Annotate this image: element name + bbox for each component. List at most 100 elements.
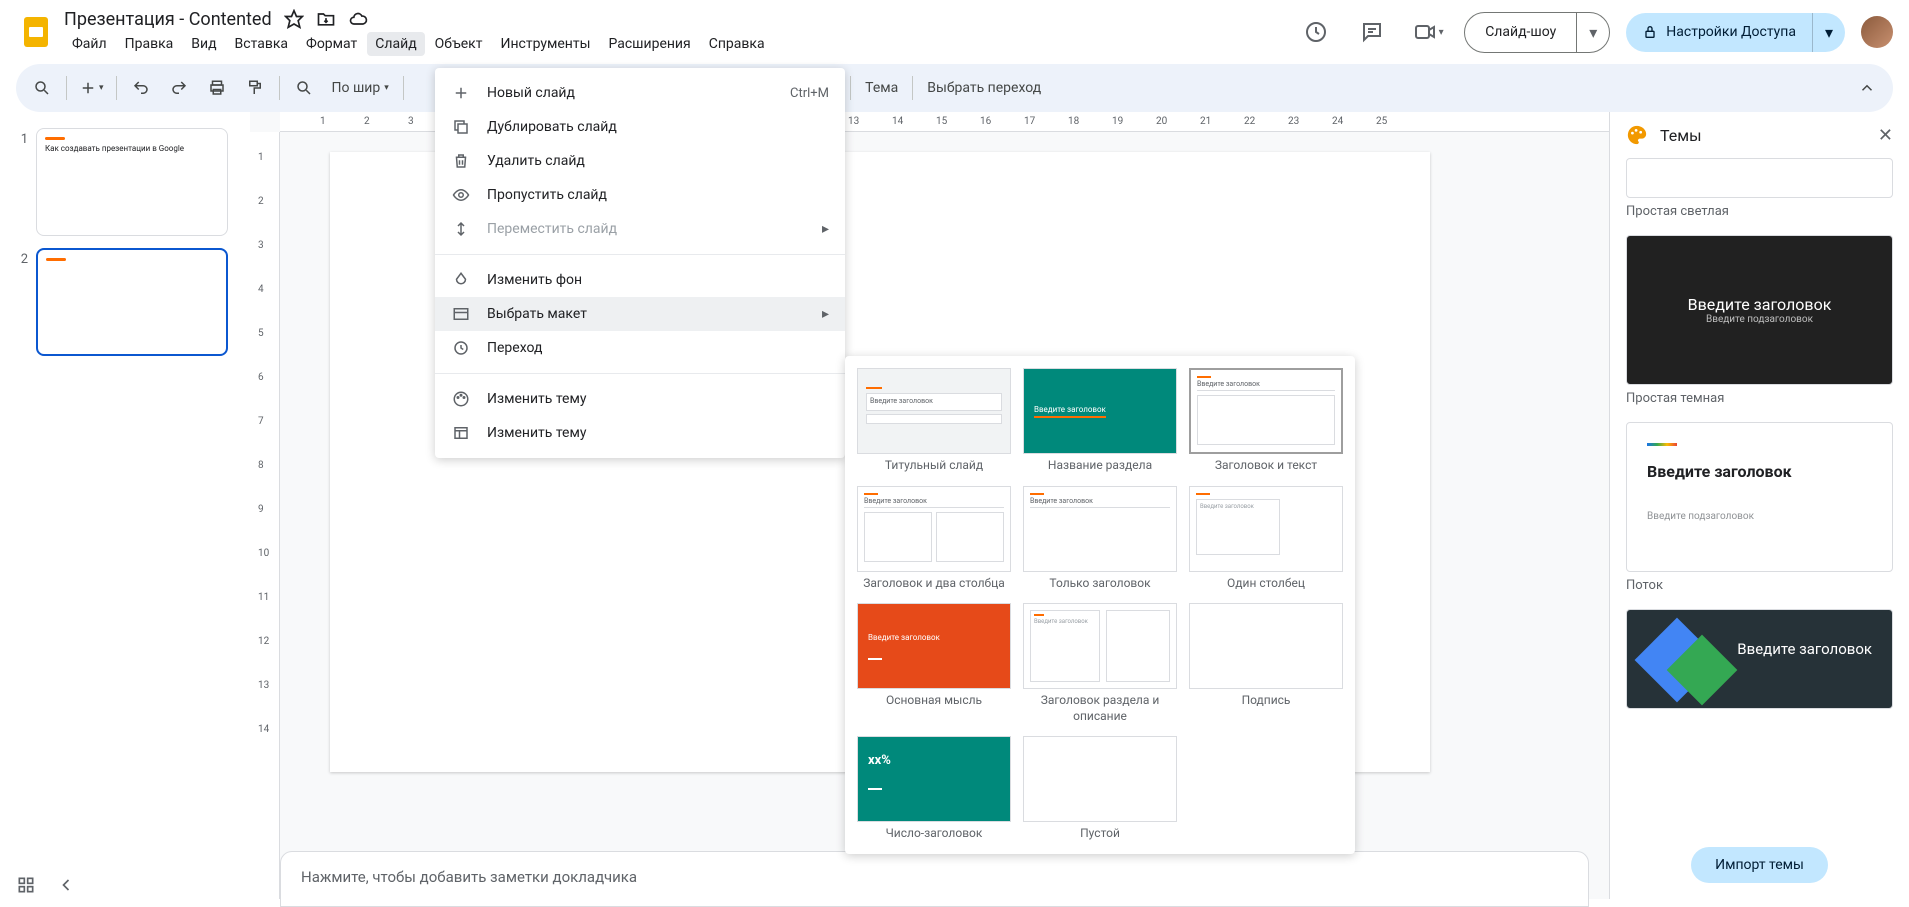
- speaker-notes[interactable]: Нажмите, чтобы добавить заметки докладчи…: [280, 851, 1589, 907]
- chevron-right-icon: ▸: [822, 221, 829, 237]
- layout-label: Заголовок раздела и описание: [1023, 693, 1177, 724]
- new-slide-tool[interactable]: ▾: [73, 70, 110, 106]
- menu-item[interactable]: Изменить тему: [435, 382, 845, 416]
- layout-label: Только заголовок: [1049, 576, 1150, 592]
- toolbar: ▾ По шир▾ Макет Тема Выбрать переход: [16, 64, 1893, 112]
- collapse-panel-icon[interactable]: [56, 875, 76, 895]
- title-area: Презентация - Contented ФайлПравкаВидВст…: [64, 9, 1296, 56]
- menu-item[interactable]: Изменить фон: [435, 263, 845, 297]
- share-button: Настройки Доступа ▾: [1626, 13, 1845, 52]
- document-title[interactable]: Презентация - Contented: [64, 9, 272, 30]
- slides-logo[interactable]: [16, 12, 56, 52]
- menu-item-label: Дублировать слайд: [487, 119, 829, 135]
- layout-option[interactable]: Введите заголовок Заголовок раздела и оп…: [1023, 603, 1177, 724]
- share-main[interactable]: Настройки Доступа: [1626, 14, 1812, 50]
- avatar[interactable]: [1861, 16, 1893, 48]
- close-icon[interactable]: ✕: [1878, 125, 1893, 146]
- theme-preview[interactable]: Введите заголовок: [1626, 609, 1893, 709]
- menubar-item[interactable]: Файл: [64, 32, 115, 56]
- slide-thumbnail[interactable]: Как создавать презентации в Google: [36, 128, 228, 236]
- menubar-item[interactable]: Объект: [427, 32, 491, 56]
- menu-item[interactable]: Изменить тему: [435, 416, 845, 450]
- layout-label: Основная мысль: [886, 693, 982, 709]
- menu-item-label: Удалить слайд: [487, 153, 829, 169]
- layout-preview: Введите заголовок: [1023, 603, 1177, 689]
- plus-icon: [451, 84, 471, 102]
- star-icon[interactable]: [284, 9, 304, 29]
- share-label: Настройки Доступа: [1666, 24, 1796, 40]
- menubar-item[interactable]: Слайд: [367, 32, 424, 56]
- share-dropdown[interactable]: ▾: [1812, 13, 1845, 52]
- slideshow-main[interactable]: Слайд-шоу: [1465, 14, 1576, 50]
- undo-tool[interactable]: [123, 70, 159, 106]
- template-icon: [451, 424, 471, 442]
- layout-option[interactable]: Введите заголовок Титульный слайд: [857, 368, 1011, 474]
- layout-preview: Введите заголовок: [857, 486, 1011, 572]
- menubar: ФайлПравкаВидВставкаФорматСлайдОбъектИнс…: [64, 32, 1296, 56]
- paint-format-tool[interactable]: [237, 70, 273, 106]
- layout-preview: Введите заголовок: [1023, 368, 1177, 454]
- layout-preview: Введите заголовок: [1189, 486, 1343, 572]
- comments-icon[interactable]: [1352, 12, 1392, 52]
- menu-item[interactable]: Новый слайд Ctrl+M: [435, 76, 845, 110]
- search-tool[interactable]: [24, 70, 60, 106]
- menubar-item[interactable]: Правка: [117, 32, 182, 56]
- theme-dropdown[interactable]: Тема: [857, 70, 906, 106]
- menu-item-label: Пропустить слайд: [487, 187, 829, 203]
- drop-icon: [451, 271, 471, 289]
- layout-option[interactable]: Введите заголовок Заголовок и два столбц…: [857, 486, 1011, 592]
- menubar-item[interactable]: Вид: [183, 32, 224, 56]
- menu-item[interactable]: Удалить слайд: [435, 144, 845, 178]
- zoom-tool[interactable]: [286, 70, 322, 106]
- slideshow-button: Слайд-шоу ▾: [1464, 12, 1610, 53]
- print-tool[interactable]: [199, 70, 235, 106]
- layout-option[interactable]: Подпись: [1189, 603, 1343, 724]
- transition-dropdown[interactable]: Выбрать переход: [919, 70, 1049, 106]
- header-right: ▾ Слайд-шоу ▾ Настройки Доступа ▾: [1296, 12, 1893, 53]
- collapse-toolbar[interactable]: [1849, 70, 1885, 106]
- lock-icon: [1642, 24, 1658, 40]
- slideshow-dropdown[interactable]: ▾: [1576, 13, 1609, 52]
- menu-item-label: Переход: [487, 340, 829, 356]
- move-folder-icon[interactable]: [316, 9, 336, 29]
- theme-preview[interactable]: Введите заголовокВведите подзаголовок: [1626, 422, 1893, 572]
- layout-option[interactable]: Введите заголовок Один столбец: [1189, 486, 1343, 592]
- menu-item[interactable]: Переход: [435, 331, 845, 365]
- menu-item[interactable]: Дублировать слайд: [435, 110, 845, 144]
- themes-list: Простая светлаяВведите заголовокВведите …: [1610, 158, 1909, 835]
- layout-option[interactable]: Пустой: [1023, 736, 1177, 842]
- layout-option[interactable]: Введите заголовок Основная мысль: [857, 603, 1011, 724]
- meet-icon[interactable]: ▾: [1408, 12, 1448, 52]
- theme-preview[interactable]: Введите заголовокВведите подзаголовок: [1626, 235, 1893, 385]
- layout-label: Заголовок и два столбца: [863, 576, 1004, 592]
- theme-name: Простая светлая: [1626, 204, 1893, 219]
- layout-preview: Введите заголовок: [1189, 368, 1343, 454]
- slide-number: 2: [8, 248, 28, 356]
- layout-option[interactable]: xx% Число-заголовок: [857, 736, 1011, 842]
- header: Презентация - Contented ФайлПравкаВидВст…: [0, 0, 1909, 64]
- layout-icon: [451, 305, 471, 323]
- layout-option[interactable]: Введите заголовок Заголовок и текст: [1189, 368, 1343, 474]
- history-icon[interactable]: [1296, 12, 1336, 52]
- slide-thumbnail[interactable]: [36, 248, 228, 356]
- menubar-item[interactable]: Справка: [701, 32, 773, 56]
- layout-option[interactable]: Введите заголовок Только заголовок: [1023, 486, 1177, 592]
- menu-item[interactable]: Пропустить слайд: [435, 178, 845, 212]
- menubar-item[interactable]: Формат: [298, 32, 365, 56]
- layout-preview: Введите заголовок: [1023, 486, 1177, 572]
- layout-preview: [1023, 736, 1177, 822]
- menubar-item[interactable]: Инструменты: [492, 32, 598, 56]
- grid-view-icon[interactable]: [16, 875, 36, 895]
- zoom-level[interactable]: По шир▾: [324, 70, 397, 106]
- theme-preview[interactable]: [1626, 158, 1893, 198]
- redo-tool[interactable]: [161, 70, 197, 106]
- menubar-item[interactable]: Расширения: [600, 32, 698, 56]
- import-theme-button[interactable]: Импорт темы: [1691, 847, 1828, 883]
- themes-panel: Темы ✕ Простая светлаяВведите заголовокВ…: [1609, 112, 1909, 899]
- layout-option[interactable]: Введите заголовок Название раздела: [1023, 368, 1177, 474]
- trash-icon: [451, 152, 471, 170]
- cloud-status-icon[interactable]: [348, 9, 368, 29]
- themes-title: Темы: [1660, 126, 1866, 145]
- menubar-item[interactable]: Вставка: [227, 32, 296, 56]
- menu-item[interactable]: Выбрать макет ▸: [435, 297, 845, 331]
